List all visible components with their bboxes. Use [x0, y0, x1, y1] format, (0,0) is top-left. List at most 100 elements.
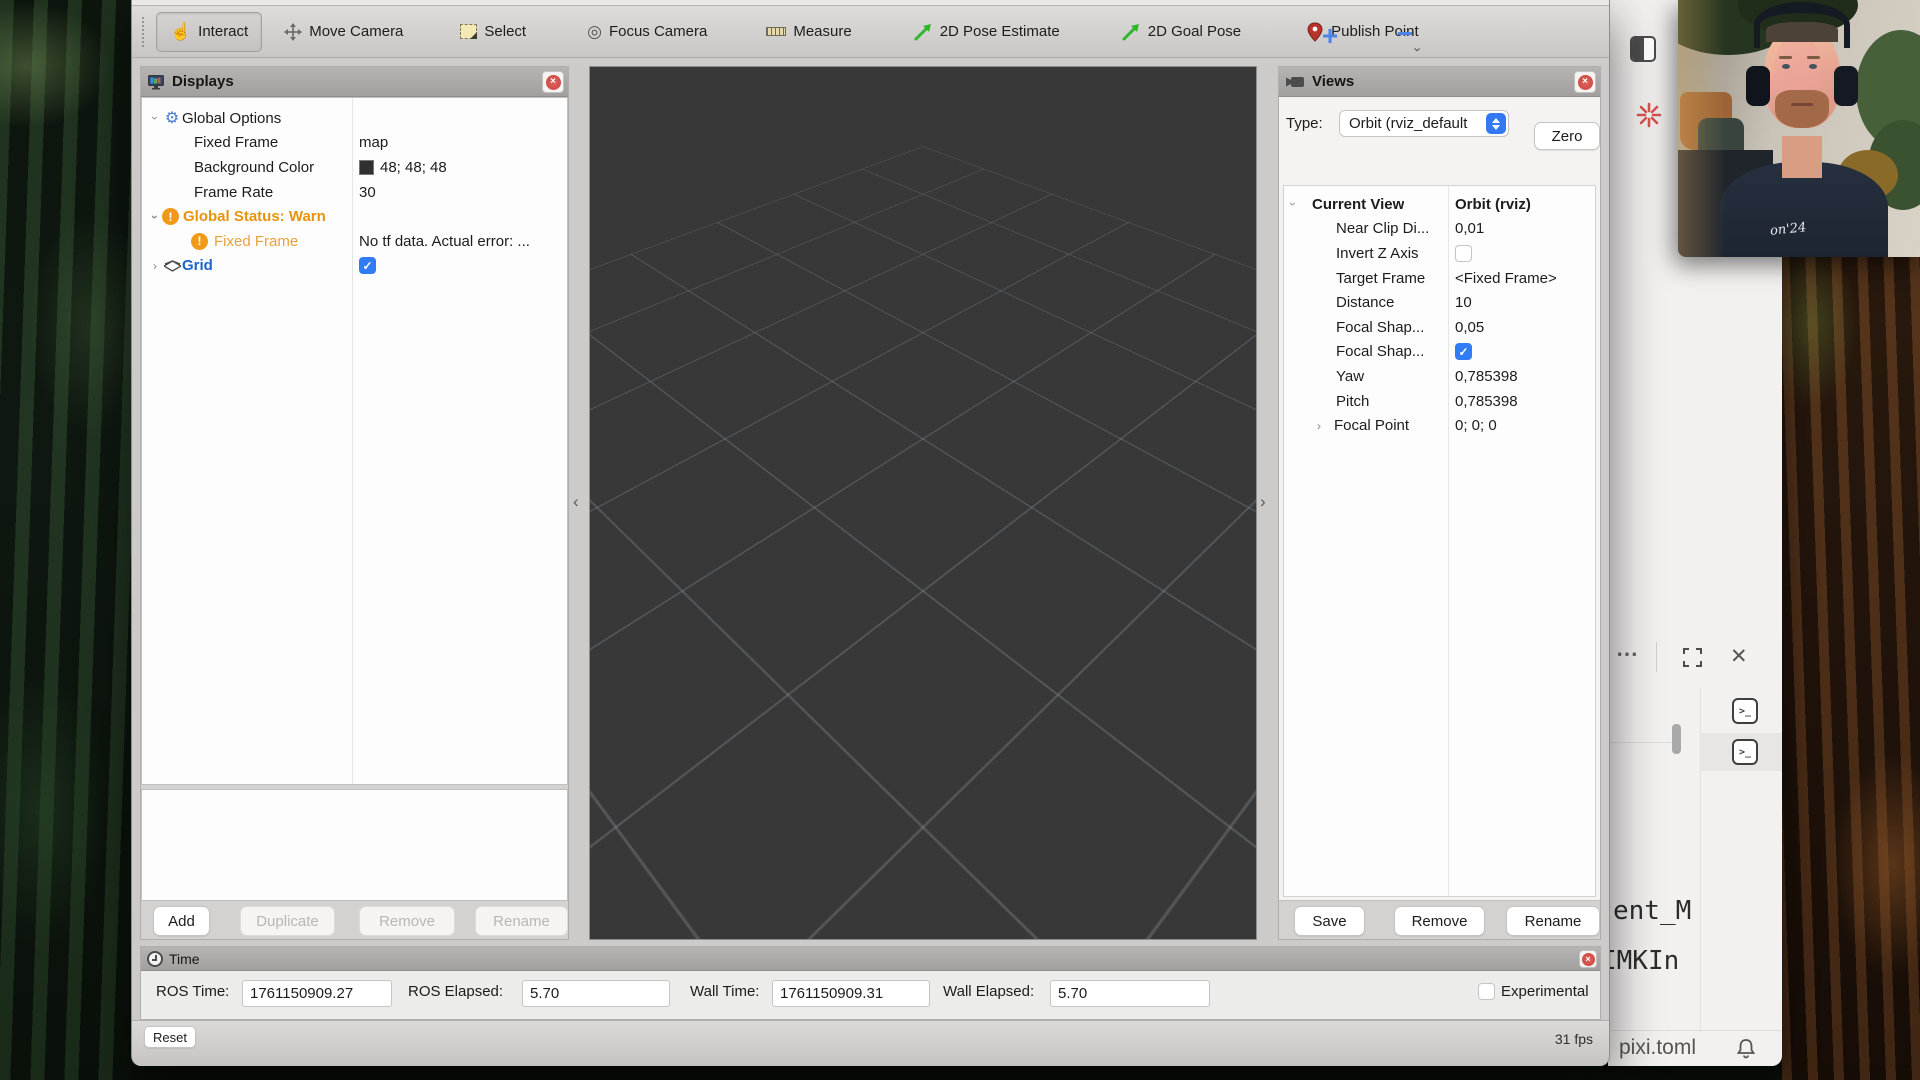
chevron-down-icon[interactable]: › — [148, 210, 162, 224]
rviz-statusbar: Reset 31 fps — [132, 1020, 1609, 1066]
terminal-icon[interactable]: >_ — [1732, 739, 1758, 765]
reset-button[interactable]: Reset — [144, 1026, 196, 1048]
time-close-button[interactable]: × — [1579, 950, 1597, 968]
toolbar-overflow-chevron-icon[interactable]: › — [1411, 47, 1426, 51]
desktop-wallpaper-left — [0, 0, 131, 1080]
view-row-focal-point[interactable]: › Focal Point 0; 0; 0 — [1284, 413, 1595, 438]
collapse-left-chevron-icon[interactable]: ‹ — [573, 492, 579, 512]
frame-rate-value[interactable]: 30 — [352, 180, 567, 205]
remove-view-button[interactable]: Remove — [1394, 906, 1485, 936]
displays-panel-header[interactable]: Displays × — [141, 67, 568, 97]
3d-viewport[interactable] — [589, 66, 1257, 940]
combobox-stepper-icon[interactable] — [1486, 113, 1506, 134]
view-row-target-frame[interactable]: Target Frame <Fixed Frame> — [1284, 266, 1595, 291]
view-row-pitch[interactable]: Pitch 0,785398 — [1284, 389, 1595, 414]
warning-icon: ! — [162, 208, 179, 225]
rename-view-button[interactable]: Rename — [1506, 906, 1600, 936]
rviz-window: ☝ Interact Move Camera Select ◎ Focus Ca… — [131, 0, 1610, 1066]
tool-focus-camera[interactable]: ◎ Focus Camera — [574, 12, 720, 52]
move-arrows-icon — [284, 23, 302, 41]
ros-elapsed-value[interactable]: 5.70 — [522, 980, 670, 1007]
bell-icon[interactable] — [1735, 1037, 1757, 1059]
view-row-invert-z[interactable]: Invert Z Axis — [1284, 241, 1595, 266]
tree-row-global-status[interactable]: › ! Global Status: Warn — [142, 204, 567, 229]
gear-icon: ⚙ — [162, 108, 182, 128]
displays-close-button[interactable]: × — [542, 71, 564, 93]
add-tool-button[interactable]: + — [1315, 20, 1345, 52]
experimental-label: Experimental — [1501, 983, 1589, 1000]
chevron-right-icon[interactable]: › — [148, 259, 162, 273]
tool-select[interactable]: Select — [447, 12, 539, 52]
experimental-checkbox[interactable] — [1478, 983, 1495, 1000]
tool-2d-pose-estimate[interactable]: 2D Pose Estimate — [900, 12, 1073, 52]
view-row-focal-shape-size[interactable]: Focal Shap... 0,05 — [1284, 315, 1595, 340]
chevron-right-icon[interactable]: › — [1312, 419, 1326, 433]
close-icon: × — [1582, 953, 1595, 966]
maximize-panel-icon[interactable] — [1683, 648, 1702, 667]
view-type-combobox[interactable]: Orbit (rviz_default — [1339, 110, 1509, 137]
status-file-label[interactable]: pixi.toml — [1619, 1036, 1696, 1060]
starburst-icon[interactable] — [1636, 102, 1662, 128]
view-row-current-view[interactable]: › Current View Orbit (rviz) — [1284, 192, 1595, 217]
tool-measure[interactable]: Measure — [753, 12, 864, 52]
ros-time-value[interactable]: 1761150909.27 — [242, 980, 392, 1007]
view-row-yaw[interactable]: Yaw 0,785398 — [1284, 364, 1595, 389]
eye — [1782, 64, 1790, 69]
divider — [1608, 742, 1672, 743]
tree-row-global-options[interactable]: › ⚙ Global Options — [142, 106, 567, 131]
close-icon: × — [546, 75, 561, 90]
person-neck — [1782, 136, 1822, 178]
toolbar-drag-handle[interactable] — [142, 17, 146, 47]
chevron-down-icon[interactable]: › — [148, 111, 162, 125]
views-close-button[interactable]: × — [1574, 71, 1596, 93]
time-panel-header[interactable]: Time × — [141, 947, 1600, 971]
chevron-down-icon[interactable]: › — [1286, 197, 1300, 211]
views-body: Type: Orbit (rviz_default Zero › Current… — [1279, 97, 1600, 901]
view-row-focal-shape-fixed[interactable]: Focal Shap... ✓ — [1284, 340, 1595, 365]
grid-enabled-checkbox[interactable]: ✓ — [359, 257, 376, 274]
remove-tool-button[interactable]: − — [1390, 18, 1420, 50]
views-panel: Views × Type: Orbit (rviz_default Zero ›… — [1278, 66, 1601, 940]
duplicate-display-button[interactable]: Duplicate — [240, 906, 335, 936]
views-panel-header[interactable]: Views × — [1279, 67, 1600, 97]
eyebrow — [1807, 56, 1820, 59]
clipped-text-line: ent_M — [1613, 896, 1691, 926]
collapse-right-chevron-icon[interactable]: › — [1260, 492, 1266, 512]
scrollbar-thumb[interactable] — [1672, 724, 1681, 754]
tree-row-fixed-frame-warning[interactable]: ! Fixed Frame No tf data. Actual error: … — [142, 229, 567, 254]
rename-display-button[interactable]: Rename — [475, 906, 568, 936]
fixed-frame-value[interactable]: map — [352, 131, 567, 156]
invert-z-checkbox[interactable] — [1455, 245, 1472, 262]
green-arrow-icon — [913, 22, 933, 42]
headphone-earcup-left — [1746, 66, 1770, 106]
tree-row-grid[interactable]: › Grid ✓ — [142, 254, 567, 279]
tool-interact[interactable]: ☝ Interact — [156, 12, 262, 52]
remove-display-button[interactable]: Remove — [359, 906, 455, 936]
view-row-distance[interactable]: Distance 10 — [1284, 290, 1595, 315]
save-view-button[interactable]: Save — [1294, 906, 1365, 936]
zero-button[interactable]: Zero — [1534, 122, 1600, 150]
ros-elapsed-label: ROS Elapsed: — [408, 983, 503, 1000]
close-panel-icon[interactable]: ✕ — [1730, 644, 1748, 669]
more-actions-icon[interactable]: ⋯ — [1616, 641, 1640, 667]
tree-row-frame-rate[interactable]: Frame Rate 30 — [142, 180, 567, 205]
displays-tree: › ⚙ Global Options Fixed Frame map Backg… — [141, 97, 568, 785]
view-row-near-clip[interactable]: Near Clip Di... 0,01 — [1284, 217, 1595, 242]
wall-elapsed-value[interactable]: 5.70 — [1050, 980, 1210, 1007]
crosshair-icon: ◎ — [587, 22, 602, 42]
add-display-button[interactable]: Add — [153, 906, 210, 936]
tool-move-camera[interactable]: Move Camera — [271, 12, 416, 52]
background-color-value[interactable]: 48; 48; 48 — [352, 155, 567, 180]
terminal-icon[interactable]: >_ — [1732, 698, 1758, 724]
monitor-icon — [147, 74, 165, 90]
eye — [1809, 64, 1817, 69]
focal-shape-checkbox[interactable]: ✓ — [1455, 343, 1472, 360]
wall-time-value[interactable]: 1761150909.31 — [772, 980, 930, 1007]
tree-row-background-color[interactable]: Background Color 48; 48; 48 — [142, 155, 567, 180]
displays-empty-area — [141, 789, 568, 901]
views-panel-title: Views — [1312, 73, 1354, 90]
tree-row-fixed-frame[interactable]: Fixed Frame map — [142, 131, 567, 156]
tool-2d-goal-pose[interactable]: 2D Goal Pose — [1108, 12, 1254, 52]
divider — [1608, 1030, 1782, 1031]
split-editor-icon[interactable] — [1630, 36, 1656, 62]
